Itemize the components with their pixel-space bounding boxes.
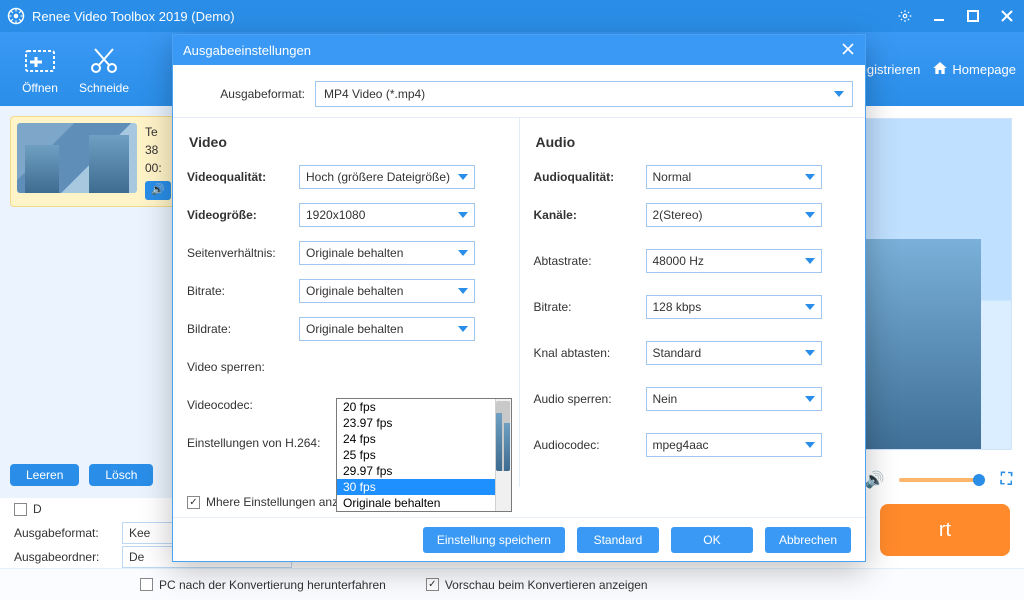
volume-slider[interactable] [899, 478, 979, 482]
chevron-down-icon [834, 91, 844, 97]
output-settings-dialog: Ausgabeeinstellungen Ausgabeformat: MP4 … [172, 34, 866, 562]
open-label: Öffnen [22, 81, 58, 95]
d-checkbox[interactable]: D [14, 502, 42, 516]
dialog-titlebar: Ausgabeeinstellungen [173, 35, 865, 65]
cut-label: Schneide [79, 81, 129, 95]
downsample-select[interactable]: Standard [646, 341, 822, 365]
file-name: Te [145, 123, 171, 141]
vquality-select[interactable]: Hoch (größere Dateigröße) [299, 165, 475, 189]
window-config-icon[interactable] [888, 0, 922, 32]
volume-icon[interactable]: 🔊 [865, 470, 885, 490]
vsize-select[interactable]: 1920x1080 [299, 203, 475, 227]
thumbnail [17, 123, 137, 193]
aspect-select[interactable]: Originale behalten [299, 241, 475, 265]
framerate-select[interactable]: Originale behalten [299, 317, 475, 341]
framerate-option[interactable]: Originale behalten [337, 495, 511, 511]
app-title: Renee Video Toolbox 2019 (Demo) [32, 9, 888, 24]
preview-checkbox[interactable]: ✓Vorschau beim Konvertieren anzeigen [426, 578, 648, 592]
save-settings-button[interactable]: Einstellung speichern [423, 527, 565, 553]
start-button[interactable]: rt [880, 504, 1010, 556]
maximize-button[interactable] [956, 0, 990, 32]
aquality-select[interactable]: Normal [646, 165, 822, 189]
channels-select[interactable]: 2(Stereo) [646, 203, 822, 227]
vlock-label: Video sperren: [187, 360, 299, 374]
framerate-option[interactable]: 25 fps [337, 447, 511, 463]
framerate-option[interactable]: 29.97 fps [337, 463, 511, 479]
format-label: Ausgabeformat: [185, 87, 305, 101]
framerate-label: Bildrate: [187, 322, 299, 336]
open-icon [23, 43, 57, 77]
open-button[interactable]: Öffnen [8, 34, 72, 104]
scissors-icon [87, 43, 121, 77]
acodec-label: Audiocodec: [534, 438, 646, 452]
aspect-label: Seitenverhältnis: [187, 246, 299, 260]
app-logo-icon [6, 6, 26, 26]
vcodec-label: Videocodec: [187, 398, 299, 412]
framerate-option[interactable]: 24 fps [337, 431, 511, 447]
homepage-label: Homepage [952, 62, 1016, 77]
framerate-dropdown[interactable]: 20 fps23.97 fps24 fps25 fps29.97 fps30 f… [336, 398, 512, 512]
minimize-button[interactable] [922, 0, 956, 32]
clear-button[interactable]: Leeren [10, 464, 79, 486]
srate-label: Abtastrate: [534, 254, 646, 268]
fullscreen-icon[interactable]: ⛶ [1001, 471, 1012, 489]
vbitrate-select[interactable]: Originale behalten [299, 279, 475, 303]
framerate-option[interactable]: 23.97 fps [337, 415, 511, 431]
dialog-title: Ausgabeeinstellungen [183, 43, 311, 58]
home-icon [932, 60, 948, 79]
abitrate-select[interactable]: 128 kbps [646, 295, 822, 319]
video-header: Video [189, 134, 505, 150]
aquality-label: Audioqualität: [534, 170, 646, 184]
format-select[interactable]: MP4 Video (*.mp4) [315, 81, 853, 107]
framerate-option[interactable]: 20 fps [337, 399, 511, 415]
close-button[interactable] [990, 0, 1024, 32]
dialog-close-icon[interactable] [841, 42, 855, 59]
downsample-label: Knal abtasten: [534, 346, 646, 360]
file-dur: 00: [145, 159, 171, 177]
audio-toggle-icon[interactable]: 🔊 [145, 181, 171, 200]
srate-select[interactable]: 48000 Hz [646, 249, 822, 273]
alock-select[interactable]: Nein [646, 387, 822, 411]
outfmt-label: Ausgabeformat: [14, 526, 114, 540]
outdir-label: Ausgabeordner: [14, 550, 114, 564]
homepage-link[interactable]: Homepage [932, 60, 1016, 79]
scrollbar-thumb[interactable] [496, 401, 510, 471]
cancel-button[interactable]: Abbrechen [765, 527, 851, 553]
audio-header: Audio [536, 134, 852, 150]
app-titlebar: Renee Video Toolbox 2019 (Demo) [0, 0, 1024, 32]
vquality-label: Videoqualität: [187, 170, 299, 184]
abitrate-label: Bitrate: [534, 300, 646, 314]
acodec-select[interactable]: mpeg4aac [646, 433, 822, 457]
h264-label: Einstellungen von H.264: [187, 436, 337, 450]
delete-button[interactable]: Lösch [89, 464, 153, 486]
default-button[interactable]: Standard [577, 527, 659, 553]
file-res: 38 [145, 141, 171, 159]
ok-button[interactable]: OK [671, 527, 753, 553]
cut-button[interactable]: Schneide [72, 34, 136, 104]
framerate-option[interactable]: 30 fps [337, 479, 511, 495]
channels-label: Kanäle: [534, 208, 646, 222]
vbitrate-label: Bitrate: [187, 284, 299, 298]
alock-label: Audio sperren: [534, 392, 646, 406]
vsize-label: Videogröße: [187, 208, 299, 222]
shutdown-checkbox[interactable]: PC nach der Konvertierung herunterfahren [140, 578, 386, 592]
